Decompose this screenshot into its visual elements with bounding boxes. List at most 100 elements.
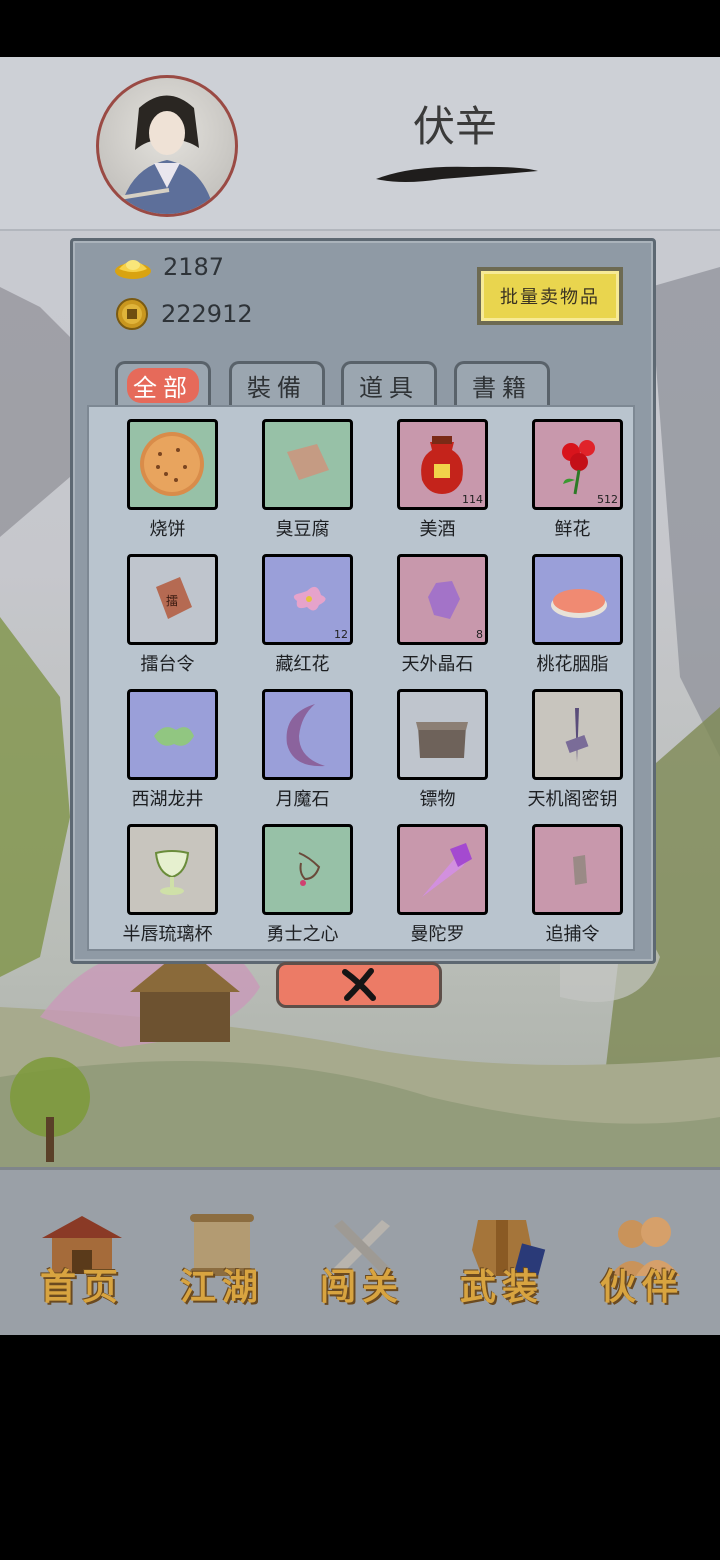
item-name: 鲜花 (554, 519, 591, 540)
warrant-icon (573, 855, 587, 885)
coin-currency: 222912 (115, 297, 253, 331)
tab-props-label: 道具 (359, 374, 419, 402)
item-frame[interactable] (532, 824, 623, 915)
item-grid: 烧饼 臭豆腐 114 美酒 512 鲜花擂擂台令 12 藏红花 8 天外晶石 桃花胭脂 西湖龙井 月魔石… (87, 405, 635, 951)
item-count: 12 (334, 628, 348, 641)
moon-stone-icon (286, 704, 325, 767)
character-name: 伏辛 (412, 102, 497, 151)
item-name: 藏红花 (275, 654, 330, 675)
bottom-navigation: 首页 江湖 闯关 武装 伙伴 (0, 1167, 720, 1335)
close-icon (342, 968, 376, 1001)
item-frame[interactable]: 擂 (127, 554, 218, 645)
inventory-slot[interactable]: 512 鲜花 (505, 419, 640, 549)
item-name: 天机阁密钥 (527, 789, 618, 810)
nav-jianghu[interactable]: 江湖 (162, 1210, 282, 1320)
character-avatar[interactable] (96, 75, 238, 217)
cup-icon (154, 850, 190, 895)
item-frame[interactable]: 8 (397, 554, 488, 645)
nav-label: 首页 (39, 1266, 124, 1308)
item-frame[interactable]: 12 (262, 554, 353, 645)
item-frame[interactable] (127, 419, 218, 510)
item-frame[interactable]: 512 (532, 419, 623, 510)
ink-brush-decoration (376, 166, 538, 182)
item-name: 天外晶石 (401, 654, 474, 675)
item-frame[interactable] (262, 689, 353, 780)
nav-partners[interactable]: 伙伴 (582, 1210, 702, 1320)
inventory-panel: 2187 222912 批量卖物品 全部 裝備 道具 書籍 烧饼 臭豆腐 114 美酒… (70, 238, 656, 964)
item-count: 8 (476, 628, 483, 641)
inventory-slot[interactable]: 镖物 (370, 689, 505, 819)
copper-coin-icon (116, 298, 148, 330)
mandala-crystal-icon (422, 843, 472, 897)
item-name: 半唇琉璃杯 (122, 924, 213, 945)
nav-home[interactable]: 首页 (22, 1210, 142, 1320)
flatbread-icon (140, 432, 204, 496)
item-frame[interactable] (262, 824, 353, 915)
chest-icon (416, 722, 468, 758)
inventory-slot[interactable]: 桃花胭脂 (505, 554, 640, 684)
tofu-icon (287, 444, 329, 480)
item-frame[interactable] (127, 689, 218, 780)
inventory-slot[interactable]: 追捕令 (505, 824, 640, 954)
gold-ingot-icon (115, 260, 151, 279)
key-icon (565, 708, 589, 762)
tab-books[interactable]: 書籍 (454, 361, 550, 407)
inventory-slot[interactable]: 半唇琉璃杯 (100, 824, 235, 954)
item-frame[interactable] (397, 824, 488, 915)
item-name: 勇士之心 (266, 924, 339, 945)
item-name: 追捕令 (545, 924, 600, 945)
inventory-slot[interactable]: 烧饼 (100, 419, 235, 549)
tab-props[interactable]: 道具 (341, 361, 437, 407)
item-frame[interactable] (262, 419, 353, 510)
tab-equipment-label: 裝備 (247, 374, 307, 402)
crystal-icon (428, 581, 460, 619)
item-frame[interactable] (532, 689, 623, 780)
item-name: 曼陀罗 (410, 924, 465, 945)
gold-ingot-amount: 2187 (163, 253, 225, 281)
nav-armory[interactable]: 武装 (442, 1210, 562, 1320)
inventory-slot[interactable]: 12 藏红花 (235, 554, 370, 684)
item-frame[interactable]: 114 (397, 419, 488, 510)
item-frame[interactable] (532, 554, 623, 645)
coin-amount: 222912 (161, 300, 253, 328)
inventory-slot[interactable]: 西湖龙井 (100, 689, 235, 819)
item-name: 烧饼 (149, 519, 186, 540)
game-scene: 伏辛 2187 222912 批量卖物品 全部 裝備 道具 書籍 烧饼臭豆腐 1… (0, 57, 720, 1335)
item-name: 擂台令 (140, 654, 195, 675)
inventory-slot[interactable]: 天机阁密钥 (505, 689, 640, 819)
bulk-sell-button[interactable]: 批量卖物品 (477, 267, 623, 325)
tab-all[interactable]: 全部 (115, 361, 211, 407)
nav-label: 武装 (459, 1266, 544, 1308)
item-name: 西湖龙井 (131, 789, 204, 810)
token-icon: 擂 (156, 577, 192, 619)
nav-label: 江湖 (179, 1266, 264, 1308)
item-count: 114 (462, 493, 483, 506)
tab-books-label: 書籍 (472, 374, 532, 402)
item-name: 镖物 (419, 789, 456, 810)
character-header: 伏辛 (0, 57, 720, 231)
nav-label: 闯关 (319, 1266, 404, 1308)
inventory-slot[interactable]: 8 天外晶石 (370, 554, 505, 684)
close-button[interactable] (276, 962, 442, 1008)
inventory-slot[interactable]: 臭豆腐 (235, 419, 370, 549)
inventory-slot[interactable]: 勇士之心 (235, 824, 370, 954)
item-name: 桃花胭脂 (536, 654, 609, 675)
item-frame[interactable] (397, 689, 488, 780)
nav-label: 伙伴 (599, 1266, 684, 1308)
inventory-slot[interactable]: 曼陀罗 (370, 824, 505, 954)
inventory-slot[interactable]: 月魔石 (235, 689, 370, 819)
item-frame[interactable] (127, 824, 218, 915)
item-count: 512 (597, 493, 618, 506)
inventory-slot[interactable]: 114 美酒 (370, 419, 505, 549)
item-name: 美酒 (419, 519, 456, 540)
tab-all-label: 全部 (127, 368, 199, 403)
item-name: 臭豆腐 (275, 519, 330, 540)
svg-text:擂: 擂 (166, 594, 178, 608)
item-name: 月魔石 (275, 789, 330, 810)
pendant-icon (298, 852, 321, 886)
inventory-slot[interactable]: 擂擂台令 (100, 554, 235, 684)
tab-equipment[interactable]: 裝備 (229, 361, 325, 407)
tea-icon (154, 727, 194, 746)
nav-challenge[interactable]: 闯关 (302, 1210, 422, 1320)
rouge-icon (551, 589, 607, 618)
